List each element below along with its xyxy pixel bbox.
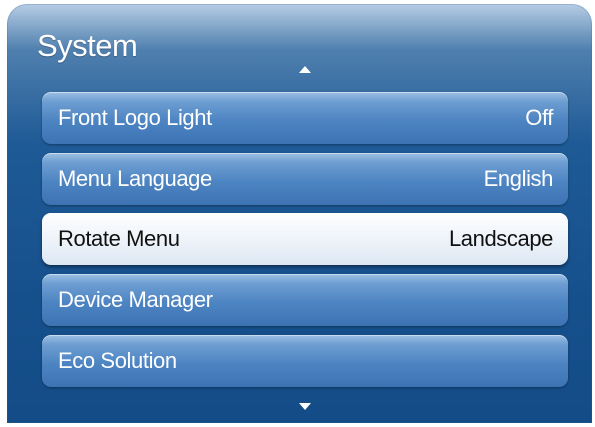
- menu-item-menu-language[interactable]: Menu Language English: [42, 153, 568, 205]
- menu-item-front-logo-light[interactable]: Front Logo Light Off: [42, 92, 568, 144]
- panel-title: System: [37, 28, 138, 63]
- menu-item-label: Eco Solution: [58, 348, 177, 373]
- menu-item-eco-solution[interactable]: Eco Solution: [42, 335, 568, 387]
- menu-item-label: Front Logo Light: [58, 105, 212, 130]
- scroll-up-icon[interactable]: [299, 66, 311, 73]
- menu-item-value: Off: [525, 105, 553, 130]
- menu-item-label: Menu Language: [58, 166, 212, 191]
- menu-item-label: Device Manager: [58, 287, 213, 312]
- menu-item-value: Landscape: [448, 226, 553, 251]
- system-menu-panel: System Front Logo Light Off Menu Languag…: [7, 4, 592, 423]
- menu-item-value: English: [483, 166, 554, 191]
- scroll-down-icon[interactable]: [299, 403, 311, 410]
- menu-item-device-manager[interactable]: Device Manager: [42, 274, 568, 326]
- menu-item-label: Rotate Menu: [58, 226, 180, 251]
- menu-item-rotate-menu[interactable]: Rotate Menu Landscape: [42, 213, 568, 265]
